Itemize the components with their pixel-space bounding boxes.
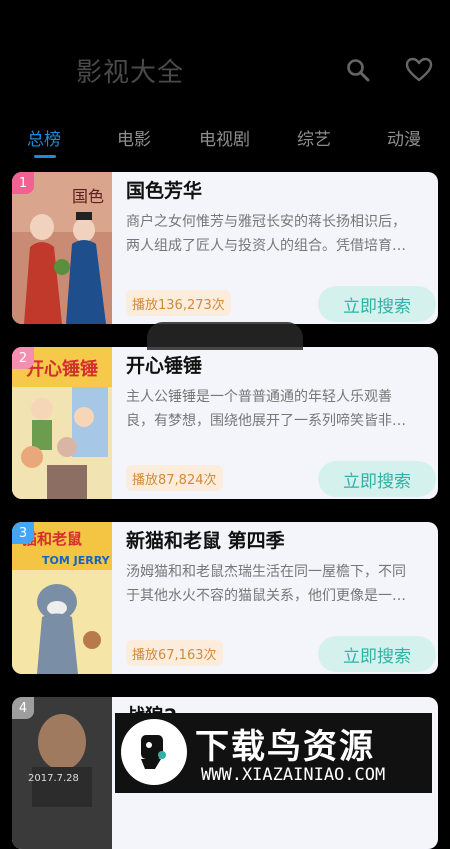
poster-image: 2017.7.28 4 <box>12 697 112 849</box>
active-tab-indicator <box>34 155 56 158</box>
watermark-url: WWW.XIAZAINIAO.COM <box>201 765 386 785</box>
bird-logo-icon <box>121 719 187 785</box>
item-description: 汤姆猫和和老鼠杰瑞生活在同一屋檐下，不同 于其他水火不容的猫鼠关系，他们更像是一… <box>126 560 422 608</box>
tab-overall[interactable]: 总榜 <box>27 125 61 150</box>
svg-text:国色: 国色 <box>72 187 104 206</box>
description-line: 良，有梦想，围绕他展开了一系列啼笑皆非… <box>126 413 406 429</box>
watermark-title: 下载鸟资源 <box>195 727 375 767</box>
search-now-button[interactable]: 立即搜索 <box>318 636 436 672</box>
item-description: 商户之女何惟芳与雅冠长安的蒋长扬相识后， 两人组成了匠人与投资人的组合。凭借培育… <box>126 210 422 258</box>
description-line: 商户之女何惟芳与雅冠长安的蒋长扬相识后， <box>126 214 406 230</box>
poster-date: 2017.7.28 <box>28 773 79 784</box>
description-line: 两人组成了匠人与投资人的组合。凭借培育… <box>126 238 406 254</box>
play-count-badge: 播放87,824次 <box>126 465 223 491</box>
description-line: 主人公锤锤是一个普普通通的年轻人乐观善 <box>126 389 392 405</box>
category-tabs: 总榜 电影 电视剧 综艺 动漫 <box>0 120 450 160</box>
description-line: 于其他水火不容的猫鼠关系，他们更像是一… <box>126 588 406 604</box>
tab-tv-series[interactable]: 电视剧 <box>199 125 250 150</box>
play-count-badge: 播放136,273次 <box>126 290 231 316</box>
description-line: 汤姆猫和和老鼠杰瑞生活在同一屋檐下，不同 <box>126 564 406 580</box>
search-now-button[interactable]: 立即搜索 <box>318 286 436 322</box>
list-item[interactable]: 国色 1 国色芳华 商户之女何惟芳与雅冠长安的蒋长扬相识后， 两人组成了匠人与投… <box>12 172 438 324</box>
item-title: 开心锤锤 <box>126 355 203 377</box>
floating-overlay <box>147 322 303 350</box>
svg-text:TOM JERRY: TOM JERRY <box>42 554 111 567</box>
tab-movies[interactable]: 电影 <box>117 125 151 150</box>
svg-text:开心锤锤: 开心锤锤 <box>26 358 98 380</box>
app-header: 影视大全 <box>0 0 450 110</box>
play-count-badge: 播放67,163次 <box>126 640 223 666</box>
rank-badge: 3 <box>12 522 34 544</box>
rank-badge: 1 <box>12 172 34 194</box>
item-description: 主人公锤锤是一个普普通通的年轻人乐观善 良，有梦想，围绕他展开了一系列啼笑皆非… <box>126 385 422 433</box>
page-title: 影视大全 <box>76 58 185 88</box>
tab-variety[interactable]: 综艺 <box>297 125 331 150</box>
watermark-banner: 下载鸟资源 WWW.XIAZAINIAO.COM <box>115 713 432 793</box>
item-title: 新猫和老鼠 第四季 <box>126 530 285 552</box>
rank-badge: 4 <box>12 697 34 719</box>
rank-badge: 2 <box>12 347 34 369</box>
poster-image: 开心锤锤 2 <box>12 347 112 499</box>
item-title: 国色芳华 <box>126 180 203 202</box>
tab-anime[interactable]: 动漫 <box>387 125 421 150</box>
heart-icon[interactable] <box>404 55 434 85</box>
search-icon[interactable] <box>343 55 373 85</box>
list-item[interactable]: 开心锤锤 2 开心锤锤 主人公锤锤是一个普普通通的年轻人乐观善 良，有梦想，围绕… <box>12 347 438 499</box>
list-item[interactable]: 猫和老鼠 TOM JERRY 3 新猫和老鼠 第四季 汤姆猫和和老鼠杰瑞生活在同… <box>12 522 438 674</box>
search-now-button[interactable]: 立即搜索 <box>318 461 436 497</box>
poster-image: 国色 1 <box>12 172 112 324</box>
poster-image: 猫和老鼠 TOM JERRY 3 <box>12 522 112 674</box>
